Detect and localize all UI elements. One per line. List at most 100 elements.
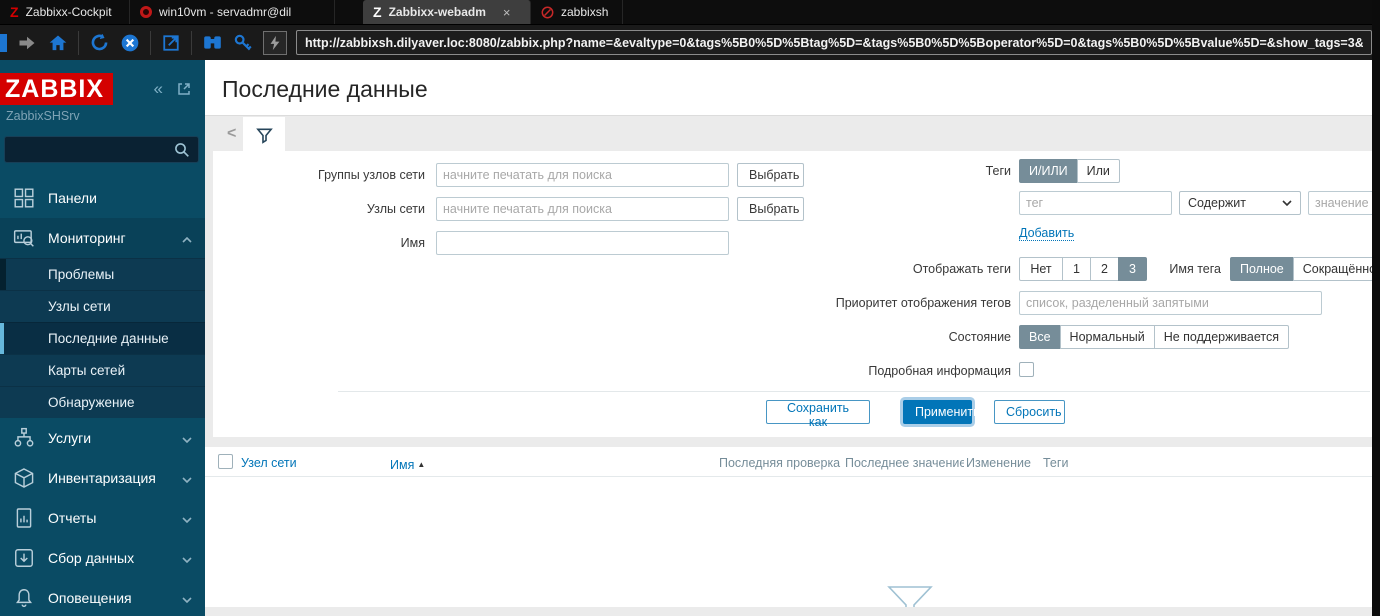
name-input[interactable] bbox=[436, 231, 729, 255]
host-groups-label: Группы узлов сети bbox=[318, 168, 425, 182]
show-tags-3-button[interactable]: 3 bbox=[1118, 257, 1147, 281]
sidebar-search-input[interactable] bbox=[4, 136, 199, 163]
sidebar-item-label: Оповещения bbox=[48, 590, 132, 606]
column-header-host[interactable]: Узел сети bbox=[241, 456, 297, 470]
show-tags-1-button[interactable]: 1 bbox=[1062, 257, 1091, 281]
sidebar-item-maps[interactable]: Карты сетей bbox=[0, 354, 205, 386]
column-header-last-check: Последняя проверка bbox=[719, 456, 841, 470]
show-tags-2-button[interactable]: 2 bbox=[1090, 257, 1119, 281]
latest-data-table: Узел сети Имя ▲ Последняя проверка Послед… bbox=[205, 447, 1380, 607]
column-header-change: Изменение bbox=[966, 456, 1031, 470]
undock-sidebar-icon[interactable] bbox=[177, 82, 191, 101]
zabbix-logo-white-icon: Z bbox=[373, 4, 382, 20]
sidebar-item-latest-data[interactable]: Последние данные bbox=[0, 322, 205, 354]
state-normal-button[interactable]: Нормальный bbox=[1059, 325, 1155, 349]
column-header-name[interactable]: Имя ▲ bbox=[390, 456, 425, 474]
state-label: Состояние bbox=[948, 330, 1011, 344]
filter-separator bbox=[338, 391, 1370, 392]
submenu-label: Обнаружение bbox=[48, 395, 135, 410]
select-all-checkbox[interactable] bbox=[218, 454, 233, 469]
reports-icon bbox=[16, 508, 32, 528]
table-header-divider bbox=[205, 476, 1380, 477]
reload-icon[interactable] bbox=[88, 32, 110, 54]
apply-button[interactable]: Применить bbox=[903, 400, 980, 424]
chevron-down-icon bbox=[182, 470, 192, 486]
column-header-last-value: Последнее значение bbox=[845, 456, 964, 470]
find-binoculars-icon[interactable] bbox=[201, 32, 223, 54]
filter-funnel-icon bbox=[255, 128, 273, 144]
show-tags-none-button[interactable]: Нет bbox=[1019, 257, 1063, 281]
submenu-label: Проблемы bbox=[48, 267, 115, 282]
scroll-left-icon[interactable]: < bbox=[227, 125, 236, 143]
details-checkbox[interactable] bbox=[1019, 362, 1034, 377]
back-button-icon[interactable] bbox=[0, 33, 7, 52]
tag-name-full-button[interactable]: Полное bbox=[1230, 257, 1294, 281]
inventory-icon bbox=[14, 468, 34, 488]
server-name: ZabbixSHSrv bbox=[6, 109, 80, 123]
tags-operator-segment: И/ИЛИ Или bbox=[1019, 159, 1120, 183]
section-gap bbox=[205, 437, 1380, 447]
services-icon bbox=[14, 427, 34, 447]
show-tags-label: Отображать теги bbox=[912, 262, 1011, 276]
state-not-supported-button[interactable]: Не поддерживается bbox=[1153, 325, 1290, 349]
window-edge-strip bbox=[1372, 0, 1380, 616]
sidebar-item-inventory[interactable]: Инвентаризация bbox=[0, 458, 205, 498]
tab-close-icon[interactable]: × bbox=[503, 5, 511, 20]
state-segment: Все Нормальный Не поддерживается bbox=[1019, 325, 1290, 349]
sidebar-item-problems[interactable]: Проблемы bbox=[0, 258, 205, 290]
reset-button[interactable]: Сбросить bbox=[994, 400, 1065, 424]
passwords-key-icon[interactable] bbox=[232, 32, 254, 54]
empty-state-funnel-icon bbox=[887, 586, 933, 607]
tag-name-short-button[interactable]: Сокращённое bbox=[1292, 257, 1380, 281]
add-tag-link[interactable]: Добавить bbox=[1019, 226, 1075, 241]
sidebar-item-dashboards[interactable]: Панели bbox=[0, 178, 205, 218]
toolbar-separator bbox=[150, 30, 151, 55]
sidebar-item-label: Инвентаризация bbox=[48, 470, 156, 486]
chevron-down-icon bbox=[182, 510, 192, 526]
tags-and-or-button[interactable]: И/ИЛИ bbox=[1019, 159, 1078, 183]
tag-value-input[interactable] bbox=[1308, 191, 1380, 215]
column-header-tags: Теги bbox=[1043, 456, 1069, 470]
filter-form: Группы узлов сети Выбрать Узлы сети Выбр… bbox=[213, 151, 1380, 437]
forward-icon[interactable] bbox=[16, 32, 38, 54]
open-new-window-icon[interactable] bbox=[160, 32, 182, 54]
hosts-select-button[interactable]: Выбрать bbox=[737, 197, 804, 221]
host-groups-select-button[interactable]: Выбрать bbox=[737, 163, 804, 187]
sidebar-item-data-collection[interactable]: Сбор данных bbox=[0, 538, 205, 578]
browser-tab-bar: Z Zabbixx-Cockpit win10vm - servadmr@dil… bbox=[0, 0, 1380, 24]
tag-operator-select[interactable]: Содержит bbox=[1179, 191, 1301, 215]
sidebar-item-discovery[interactable]: Обнаружение bbox=[0, 386, 205, 418]
tag-name-input[interactable] bbox=[1019, 191, 1172, 215]
sidebar-item-hosts[interactable]: Узлы сети bbox=[0, 290, 205, 322]
zabbix-logo-red-icon: Z bbox=[10, 4, 19, 20]
browser-tab-cockpit[interactable]: Z Zabbixx-Cockpit bbox=[0, 0, 130, 24]
tag-priority-input[interactable] bbox=[1019, 291, 1322, 315]
sidebar-item-monitoring[interactable]: Мониторинг bbox=[0, 218, 205, 258]
stop-icon[interactable] bbox=[119, 32, 141, 54]
chevron-down-icon bbox=[182, 430, 192, 446]
save-as-button[interactable]: Сохранить как bbox=[766, 400, 870, 429]
state-all-button[interactable]: Все bbox=[1019, 325, 1061, 349]
sidebar-item-alerts[interactable]: Оповещения bbox=[0, 578, 205, 616]
collapse-sidebar-icon[interactable]: « bbox=[154, 80, 163, 101]
sort-asc-icon: ▲ bbox=[417, 460, 426, 469]
host-groups-input[interactable] bbox=[436, 163, 729, 187]
browser-tab-zabbixsh[interactable]: zabbixsh bbox=[531, 0, 623, 24]
zabbix-logo[interactable]: ZABBIX bbox=[0, 73, 114, 105]
browser-toolbar bbox=[0, 24, 1380, 60]
url-bar[interactable] bbox=[296, 30, 1372, 55]
browser-tab-zabbix-webadm[interactable]: Z Zabbixx-webadm × bbox=[363, 0, 531, 24]
home-icon[interactable] bbox=[47, 32, 69, 54]
hosts-input[interactable] bbox=[436, 197, 729, 221]
tags-or-button[interactable]: Или bbox=[1076, 159, 1120, 183]
main-content: Последние данные < Группы узлов сети Выб… bbox=[205, 60, 1380, 616]
submenu-label: Карты сетей bbox=[48, 363, 126, 378]
chevron-up-icon bbox=[182, 230, 192, 246]
sidebar-item-reports[interactable]: Отчеты bbox=[0, 498, 205, 538]
show-tags-segment: Нет 1 2 3 bbox=[1019, 257, 1147, 281]
chevron-down-icon bbox=[182, 550, 192, 566]
sidebar-item-services[interactable]: Услуги bbox=[0, 418, 205, 458]
lightning-icon[interactable] bbox=[263, 30, 287, 55]
filter-tab[interactable] bbox=[243, 117, 285, 153]
browser-tab-win10vm[interactable]: win10vm - servadmr@dil bbox=[130, 0, 335, 24]
